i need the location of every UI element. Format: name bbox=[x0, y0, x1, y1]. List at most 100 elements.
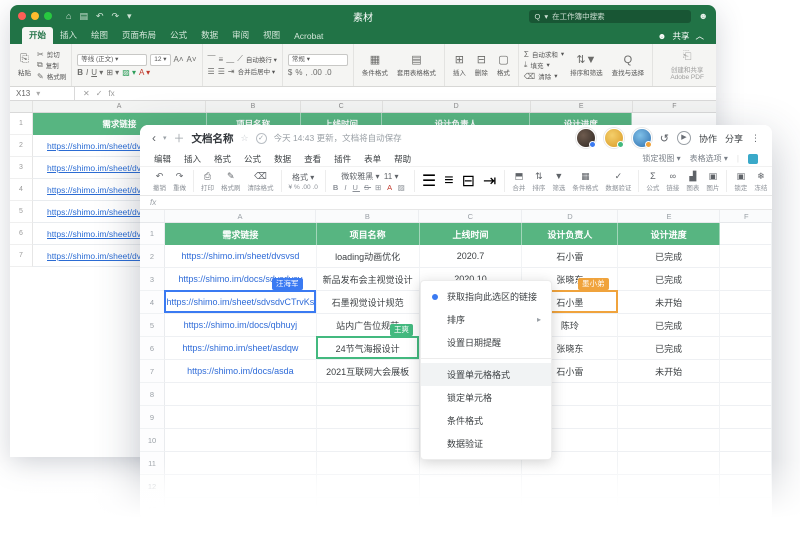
collaborator-avatar[interactable] bbox=[632, 128, 652, 148]
requirement-link[interactable]: https://shimo.im/sheet/asdqw bbox=[182, 343, 298, 353]
account-avatar[interactable]: ☻ bbox=[699, 11, 708, 21]
find-select-button[interactable]: Q 查找与选择 bbox=[609, 54, 648, 77]
sort-button[interactable]: ⇅排序 bbox=[532, 171, 545, 192]
freeze-button[interactable]: ❄冻结 bbox=[754, 171, 767, 192]
close-button[interactable] bbox=[18, 12, 26, 20]
insert-chart-button[interactable]: ▟图表 bbox=[686, 171, 699, 192]
format-as-table-button[interactable]: ▤ 套用表格格式 bbox=[394, 53, 439, 77]
menu-insert[interactable]: 插入 bbox=[184, 153, 201, 165]
tab-data[interactable]: 数据 bbox=[194, 27, 225, 44]
fill-color-button[interactable]: ▨ bbox=[398, 183, 407, 192]
status-cell[interactable]: 未开始 bbox=[618, 291, 720, 314]
decrease-decimal-icon[interactable]: .0 bbox=[312, 184, 317, 191]
empty-cell[interactable] bbox=[165, 498, 317, 521]
menu-item-conditional-format[interactable]: 条件格式 bbox=[421, 409, 551, 432]
project-cell[interactable]: loading动画优化 bbox=[317, 245, 420, 268]
empty-cell[interactable] bbox=[720, 223, 772, 245]
insert-link-button[interactable]: ∞链接 bbox=[666, 171, 679, 192]
currency-format-icon[interactable]: $ bbox=[288, 68, 292, 77]
menu-item-sort[interactable]: 排序▸ bbox=[421, 308, 551, 331]
menu-data[interactable]: 数据 bbox=[274, 153, 291, 165]
row-number[interactable]: 9 bbox=[140, 406, 165, 429]
formula-button[interactable]: Σ公式 bbox=[646, 171, 659, 192]
menu-item-lock-cells[interactable]: 锁定单元格 bbox=[421, 386, 551, 409]
font-size-select[interactable]: 11 bbox=[384, 172, 392, 181]
empty-cell[interactable] bbox=[317, 383, 420, 406]
bold-button[interactable]: B bbox=[77, 68, 83, 77]
decrease-decimal-icon[interactable]: .0 bbox=[325, 68, 332, 77]
number-format-select[interactable]: 格式 ▾ ¥ % .00 .0 bbox=[289, 172, 318, 191]
empty-cell[interactable] bbox=[165, 475, 317, 498]
column-header-b[interactable]: B bbox=[316, 210, 419, 222]
format-painter-button[interactable]: ✎格式刷 bbox=[221, 171, 241, 192]
empty-cell[interactable] bbox=[317, 475, 420, 498]
orientation-icon[interactable]: ⟋ bbox=[237, 54, 243, 64]
underline-button[interactable]: U ▾ bbox=[91, 68, 103, 77]
italic-button[interactable]: I bbox=[86, 68, 88, 77]
delete-cells-button[interactable]: ⊟ 删除 bbox=[472, 53, 491, 77]
workbook-search-input[interactable]: Q ▾ 在工作簿中搜索 bbox=[529, 10, 691, 23]
empty-cell[interactable] bbox=[618, 475, 720, 498]
print-button[interactable]: ⎙打印 bbox=[201, 171, 214, 192]
row-number[interactable]: 1 bbox=[10, 113, 33, 135]
collaborator-avatar[interactable] bbox=[576, 128, 596, 148]
empty-cell[interactable] bbox=[720, 452, 772, 475]
column-header-c[interactable]: C bbox=[301, 101, 383, 112]
data-validation-button[interactable]: ✓数据验证 bbox=[605, 171, 631, 192]
row-number[interactable]: 1 bbox=[140, 223, 165, 245]
menu-item-data-validation[interactable]: 数据验证 bbox=[421, 432, 551, 455]
star-icon[interactable]: ☆ bbox=[241, 133, 249, 144]
empty-cell[interactable] bbox=[720, 337, 772, 360]
doc-title[interactable]: 文档名称 bbox=[192, 131, 234, 146]
column-header-d[interactable]: D bbox=[383, 101, 531, 112]
row-number[interactable]: 6 bbox=[10, 223, 33, 245]
status-cell[interactable]: 已完成 bbox=[618, 337, 720, 360]
merge-center-button[interactable]: 合并后居中 ▾ bbox=[238, 66, 276, 76]
menu-item-get-link[interactable]: 获取指向此选区的链接 bbox=[421, 285, 551, 308]
menu-item-date-reminder[interactable]: 设置日期提醒 bbox=[421, 331, 551, 354]
project-cell[interactable]: 2021互联网大会展板 bbox=[317, 360, 420, 383]
column-header-a[interactable]: A bbox=[165, 210, 317, 222]
row-number[interactable]: 3 bbox=[10, 157, 33, 179]
column-header-f[interactable]: F bbox=[720, 210, 772, 222]
column-header-f[interactable]: F bbox=[633, 101, 716, 112]
increase-decimal-icon[interactable]: .00 bbox=[311, 68, 322, 77]
empty-cell[interactable] bbox=[720, 245, 772, 268]
row-number[interactable]: 13 bbox=[140, 498, 165, 521]
header-cell[interactable]: 设计进度 bbox=[618, 223, 720, 245]
autosum-button[interactable]: Σ自动求和 ▾ bbox=[524, 49, 564, 59]
tab-draw[interactable]: 绘图 bbox=[84, 27, 115, 44]
empty-cell[interactable] bbox=[317, 406, 420, 429]
empty-cell[interactable] bbox=[720, 360, 772, 383]
empty-cell[interactable] bbox=[720, 383, 772, 406]
collaborate-button[interactable]: 协作 bbox=[699, 132, 717, 145]
font-name-select[interactable]: 微软雅黑 bbox=[341, 172, 373, 181]
tab-page-layout[interactable]: 页面布局 bbox=[115, 27, 163, 44]
tab-acrobat[interactable]: Acrobat bbox=[287, 29, 330, 44]
empty-cell[interactable] bbox=[720, 314, 772, 337]
row-number[interactable]: 10 bbox=[140, 429, 165, 452]
empty-cell[interactable] bbox=[720, 406, 772, 429]
share-button[interactable]: 分享 bbox=[725, 132, 743, 145]
column-header-d[interactable]: D bbox=[522, 210, 618, 222]
column-header-b[interactable]: B bbox=[206, 101, 300, 112]
borders-button[interactable]: ⊞ bbox=[375, 183, 383, 192]
insert-image-button[interactable]: ▣图片 bbox=[706, 171, 719, 192]
collapse-ribbon-icon[interactable]: ︿ bbox=[695, 30, 704, 42]
font-name-select[interactable]: 等线 (正文) ▾ bbox=[77, 54, 147, 66]
wrap-text-button[interactable]: 自动换行 ▾ bbox=[246, 54, 277, 64]
row-number[interactable]: 5 bbox=[10, 201, 33, 223]
format-cells-button[interactable]: ▢ 格式 bbox=[494, 53, 513, 77]
status-cell[interactable]: 已完成 bbox=[618, 245, 720, 268]
column-header-e[interactable]: E bbox=[618, 210, 720, 222]
decrease-font-icon[interactable]: A˅ bbox=[187, 55, 197, 64]
indent-icon[interactable]: ⇥ bbox=[228, 67, 235, 76]
empty-cell[interactable] bbox=[165, 406, 317, 429]
clear-button[interactable]: ⌫清除 ▾ bbox=[524, 71, 564, 81]
align-middle-icon[interactable]: ≡ bbox=[219, 55, 224, 64]
row-number[interactable]: 7 bbox=[10, 245, 33, 267]
tab-formulas[interactable]: 公式 bbox=[163, 27, 194, 44]
fx-icon[interactable]: fx bbox=[108, 89, 114, 98]
row-number[interactable]: 2 bbox=[140, 245, 165, 268]
empty-cell[interactable] bbox=[618, 452, 720, 475]
